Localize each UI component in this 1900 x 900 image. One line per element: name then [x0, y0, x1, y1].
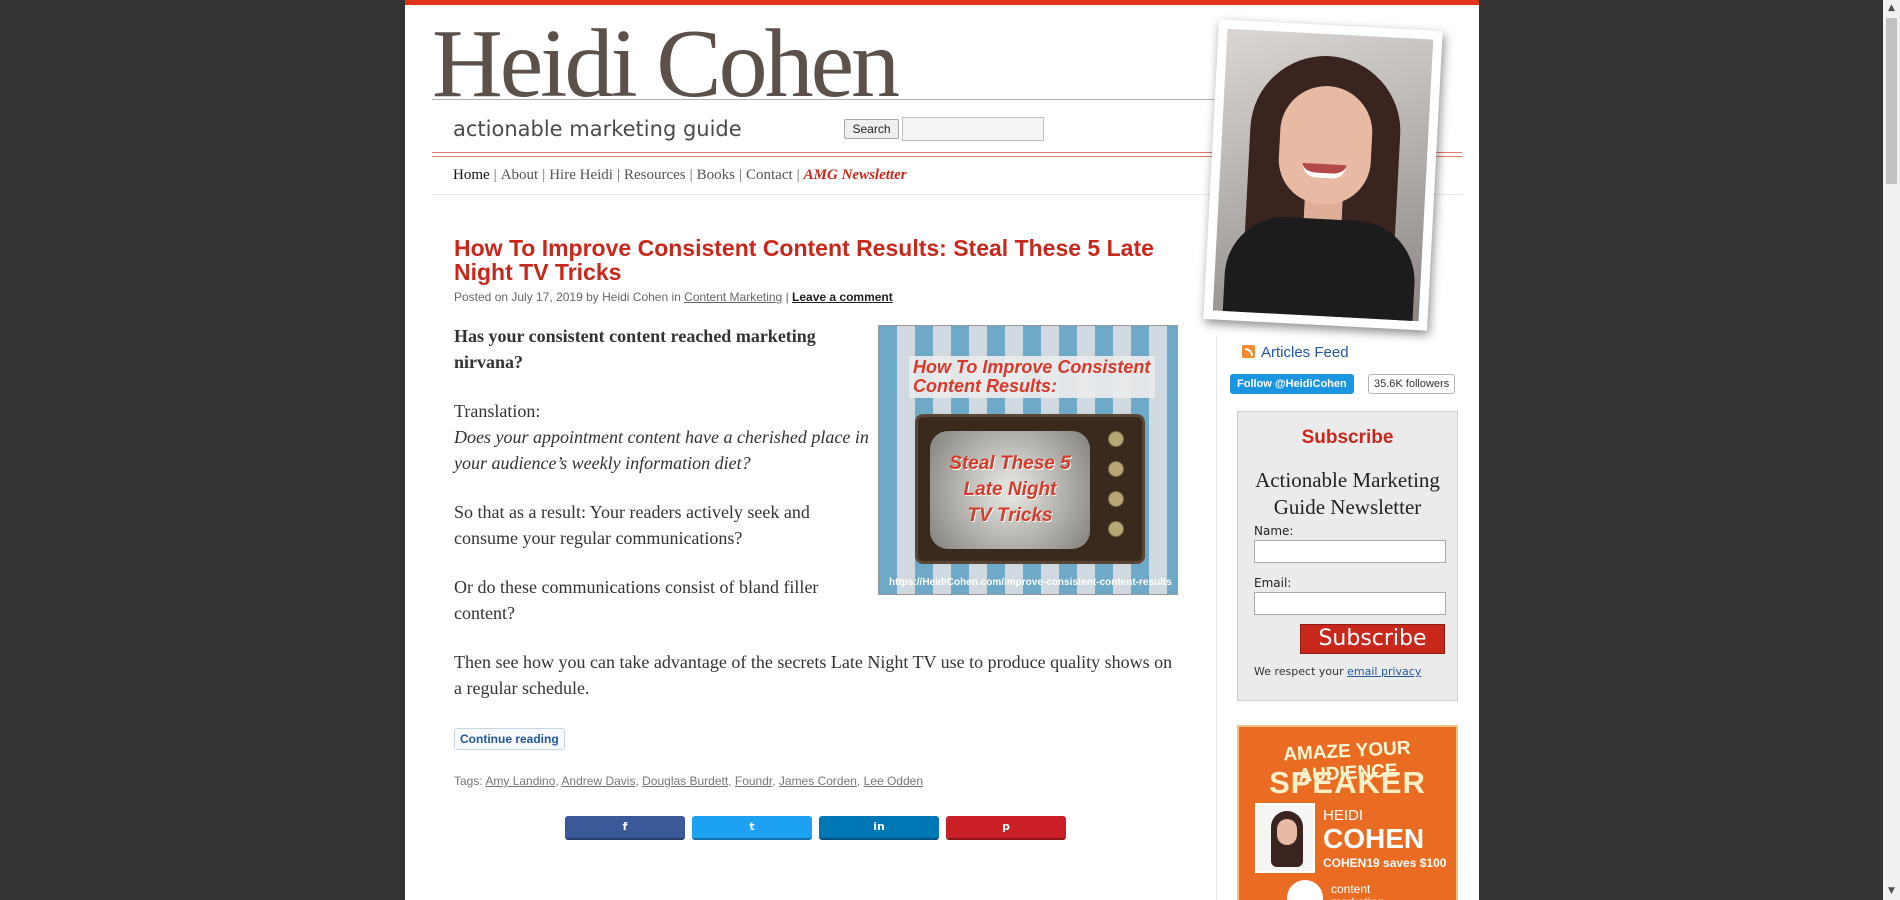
tag-link[interactable]: Lee Odden — [864, 774, 923, 788]
sidebar-divider — [1216, 335, 1217, 900]
page-container: Heidi Cohen actionable marketing guide S… — [405, 0, 1479, 900]
translation-label: Translation: — [454, 401, 541, 421]
facebook-share-button[interactable]: f — [565, 816, 685, 840]
ad-first-name: HEIDI — [1323, 807, 1364, 824]
headshot-face — [1276, 83, 1375, 207]
post-tags: Tags: Amy Landino, Andrew Davis, Douglas… — [454, 774, 923, 788]
tags-label: Tags: — [454, 774, 483, 788]
post-lead-paragraph: Has your consistent content reached mark… — [454, 326, 816, 372]
ad-promo-code: COHEN19 saves $100 — [1323, 856, 1447, 870]
ad-logo-line: marketing — [1331, 896, 1384, 900]
site-tagline: actionable marketing guide — [453, 117, 742, 141]
ad-headshot — [1255, 803, 1315, 873]
email-field[interactable] — [1254, 592, 1446, 615]
tag-link[interactable]: Amy Landino — [485, 774, 555, 788]
nav-separator: | — [616, 167, 620, 183]
post-title[interactable]: How To Improve Consistent Content Result… — [454, 236, 1154, 284]
rss-icon — [1242, 345, 1255, 358]
translation-text: Does your appointment content have a che… — [454, 427, 869, 473]
main-nav: Home | About | Hire Heidi | Resources | Books | Co… — [453, 167, 907, 184]
tag-link[interactable]: Foundr — [735, 774, 772, 788]
leave-comment-link[interactable]: Leave a comment — [792, 290, 893, 304]
pinterest-icon: p — [1002, 820, 1010, 833]
email-privacy-link[interactable]: email privacy — [1347, 665, 1421, 678]
nav-separator: | — [796, 167, 800, 183]
nav-item-amg-newsletter[interactable]: AMG Newsletter — [804, 167, 907, 183]
post-paragraph: So that as a result: Your readers active… — [454, 502, 810, 548]
subscribe-button[interactable]: Subscribe — [1300, 624, 1445, 654]
nav-separator: | — [493, 167, 497, 183]
tag-link[interactable]: James Corden — [779, 774, 857, 788]
post-paragraph: Translation: Does your appointment conte… — [454, 398, 874, 476]
nav-separator: | — [542, 167, 546, 183]
ad-headshot-face — [1277, 819, 1297, 845]
newsletter-subscribe-box: Subscribe Actionable Marketing Guide New… — [1237, 411, 1458, 701]
search-button[interactable]: Search — [844, 119, 899, 139]
articles-feed-label: Articles Feed — [1261, 344, 1349, 361]
nav-item-about[interactable]: About — [501, 167, 539, 183]
meta-divider: | — [785, 290, 789, 304]
nav-separator: | — [738, 167, 742, 183]
email-label: Email: — [1254, 576, 1292, 590]
post-date-author: Posted on July 17, 2019 by Heidi Cohen i… — [454, 290, 681, 304]
headshot-jacket — [1222, 214, 1418, 322]
privacy-note: We respect your email privacy — [1254, 665, 1421, 678]
ad-speaker-text: SPEAKER — [1269, 765, 1426, 800]
nav-separator: | — [689, 167, 693, 183]
twitter-share-button[interactable]: t — [692, 816, 812, 840]
page-scrollbar[interactable]: ▲ ▼ — [1883, 0, 1900, 900]
articles-feed-link[interactable]: Articles Feed — [1242, 344, 1349, 361]
post-excerpt: Has your consistent content reached mark… — [454, 323, 1184, 724]
twitter-follow-button[interactable]: Follow @HeidiCohen — [1230, 374, 1354, 394]
newsletter-heading: Actionable Marketing Guide Newsletter — [1255, 468, 1440, 519]
logo-divider — [432, 99, 1262, 100]
post-category-link[interactable]: Content Marketing — [684, 290, 782, 304]
privacy-prefix: We respect your — [1254, 665, 1344, 678]
author-headshot — [1203, 19, 1443, 331]
subscribe-title: Subscribe — [1301, 427, 1394, 448]
name-label: Name: — [1254, 524, 1294, 538]
ad-last-name: COHEN — [1323, 823, 1425, 854]
scrollbar-thumb[interactable] — [1886, 18, 1897, 184]
tag-link[interactable]: Andrew Davis — [561, 774, 635, 788]
scroll-up-icon[interactable]: ▲ — [1883, 0, 1900, 17]
twitter-icon: t — [749, 820, 755, 833]
post-meta: Posted on July 17, 2019 by Heidi Cohen i… — [454, 290, 893, 304]
scroll-down-icon[interactable]: ▼ — [1883, 883, 1900, 900]
headshot-image — [1212, 28, 1434, 322]
post-paragraph: Then see how you can take advantage of t… — [454, 652, 1173, 698]
linkedin-icon: in — [873, 820, 885, 833]
speaker-ad-banner[interactable]: AMAZE YOUR AUDIENCE SPEAKER HEIDI COHEN … — [1237, 725, 1458, 900]
nav-item-hire-heidi[interactable]: Hire Heidi — [549, 167, 613, 183]
nav-item-resources[interactable]: Resources — [624, 167, 686, 183]
name-field[interactable] — [1254, 540, 1446, 563]
post-paragraph: Or do these communications consist of bl… — [454, 577, 819, 623]
twitter-follower-count[interactable]: 35.6K followers — [1368, 374, 1456, 394]
nav-item-home[interactable]: Home — [453, 167, 490, 183]
search-input[interactable] — [902, 117, 1044, 141]
ad-logo-text: content marketing — [1331, 883, 1384, 900]
nav-item-books[interactable]: Books — [697, 167, 735, 183]
facebook-icon: f — [622, 820, 628, 833]
linkedin-share-button[interactable]: in — [819, 816, 939, 840]
content-marketing-logo-icon — [1287, 880, 1323, 900]
continue-reading-button[interactable]: Continue reading — [454, 728, 565, 750]
nav-item-contact[interactable]: Contact — [746, 167, 793, 183]
pinterest-share-button[interactable]: p — [946, 816, 1066, 840]
tag-link[interactable]: Douglas Burdett — [642, 774, 728, 788]
